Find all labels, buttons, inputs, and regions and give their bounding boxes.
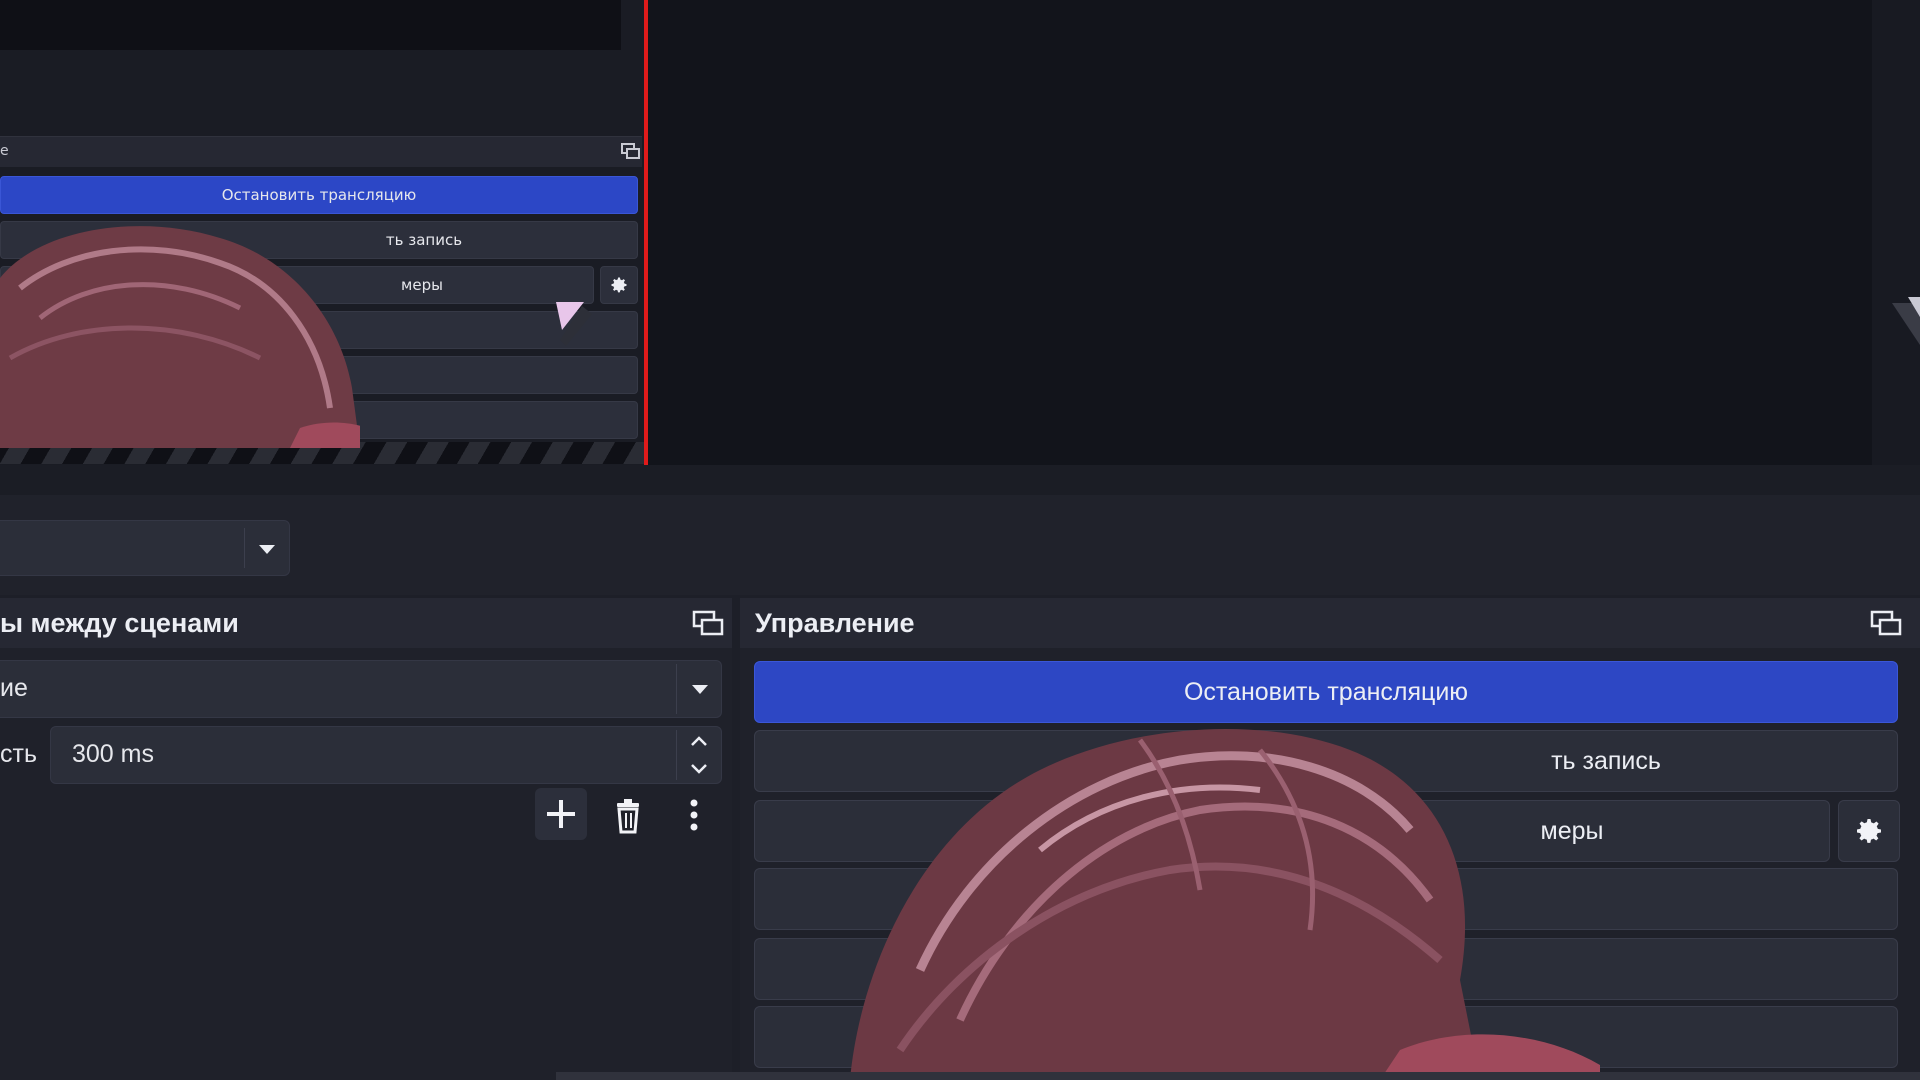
add-transition-button[interactable] [535, 788, 587, 840]
transition-type-select[interactable] [0, 660, 722, 718]
duration-label: сть [0, 740, 37, 768]
duration-value[interactable]: 300 ms [72, 740, 154, 769]
cursor-arrow-icon [1892, 297, 1920, 345]
webcam-person-image [850, 728, 1600, 1080]
controls-title: Управление [755, 608, 915, 638]
live-border [644, 0, 648, 465]
chevron-down-icon[interactable] [256, 538, 278, 560]
nested-controls-title: e [0, 143, 9, 159]
plus-icon [547, 800, 575, 828]
gear-icon [611, 277, 627, 293]
scene-transitions-title: ы между сценами [0, 608, 239, 638]
preview-right-strip [1872, 0, 1920, 465]
splitter[interactable] [0, 465, 1920, 495]
cursor-arrow-icon [556, 302, 592, 346]
scene-collection-select[interactable] [0, 520, 290, 576]
canvas-top-bar [0, 0, 621, 50]
select-divider [244, 528, 245, 568]
transition-type-value: ие [0, 674, 28, 702]
nested-stop-stream-button[interactable]: Остановить трансляцию [0, 176, 638, 214]
transition-properties-button[interactable] [668, 790, 720, 842]
bottom-status-edge [556, 1072, 1920, 1080]
webcam-person-image [0, 226, 360, 448]
chevron-down-icon[interactable] [686, 758, 712, 780]
more-vertical-icon [690, 799, 698, 831]
dock-float-icon[interactable] [620, 140, 642, 162]
nested-virtual-cam-settings-button[interactable] [600, 266, 638, 304]
spinbox-divider [676, 730, 677, 780]
dock-float-icon[interactable] [1870, 608, 1902, 638]
chevron-down-icon[interactable] [688, 677, 712, 701]
trash-icon [617, 799, 639, 834]
nested-controls-header [0, 136, 642, 167]
gear-icon [1857, 819, 1881, 843]
stop-streaming-label: Остановить трансляцию [1183, 677, 1469, 706]
virtual-camera-settings-button[interactable] [1838, 800, 1900, 862]
select-divider [676, 664, 677, 714]
remove-transition-button[interactable] [602, 790, 654, 842]
nested-stop-stream-label: Остановить трансляцию [221, 186, 417, 204]
stop-streaming-button[interactable]: Остановить трансляцию [754, 661, 1898, 723]
controls-header [740, 598, 1920, 648]
dock-float-icon[interactable] [692, 608, 724, 638]
chevron-up-icon[interactable] [686, 730, 712, 752]
